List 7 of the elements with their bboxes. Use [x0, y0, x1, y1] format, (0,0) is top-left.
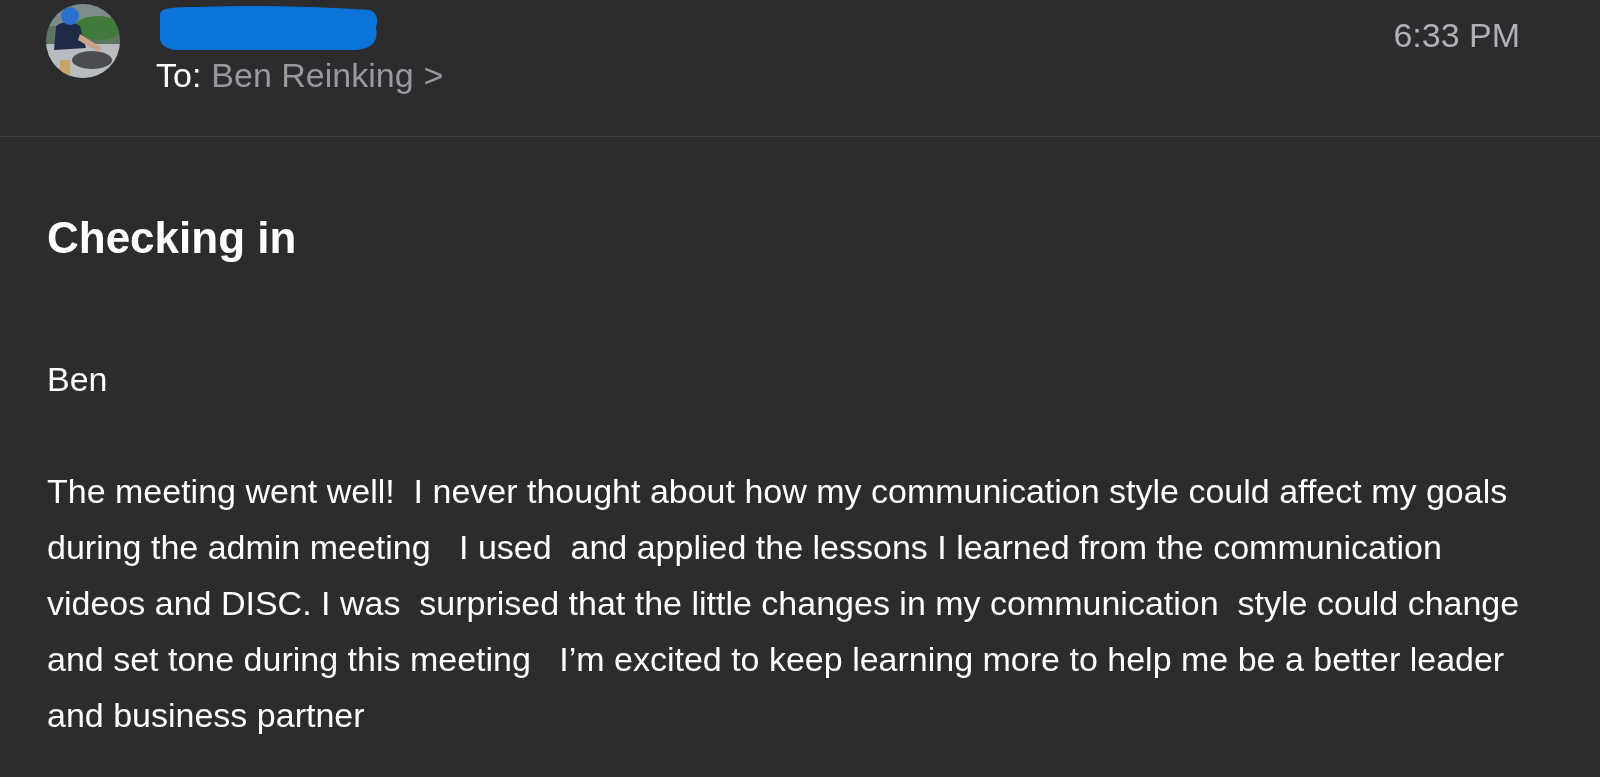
body-paragraph: The meeting went well! I never thought about how my communication style could affect my goals during the admin meeting I used and applied the lessons I learned from the communication videos and DISC. I was surprised that the little changes in my communication style could change and set tone during this meeting I’m excited to keep learning more to help me be a better leader and business partner — [47, 471, 1521, 736]
to-label: To: — [156, 56, 202, 95]
timestamp: 6:33 PM — [1393, 15, 1520, 56]
email-subject: Checking in — [47, 213, 298, 263]
body-paragraph: Ben — [47, 359, 109, 400]
recipient-name[interactable]: Ben Reinking — [211, 56, 414, 95]
chevron-icon[interactable]: > — [423, 56, 444, 95]
